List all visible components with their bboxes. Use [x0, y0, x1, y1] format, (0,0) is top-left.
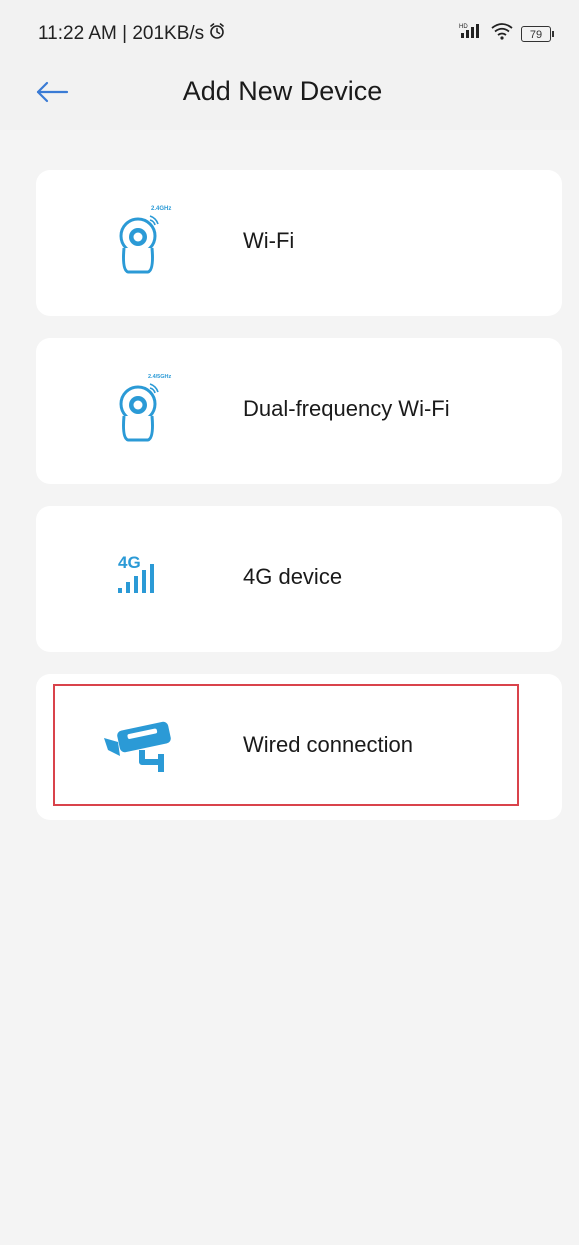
- device-type-list: 2.4GHz Wi-Fi 2.4/5GHz Dual-frequency Wi-…: [0, 130, 579, 1245]
- page-title: Add New Device: [182, 76, 383, 106]
- wifi-icon: [491, 22, 513, 45]
- option-label: 4G device: [243, 564, 343, 589]
- header: Add New Device: [0, 62, 579, 130]
- bullet-camera-icon: [98, 704, 188, 790]
- option-label: Wi-Fi: [243, 228, 295, 253]
- option-label: Dual-frequency Wi-Fi: [243, 396, 450, 421]
- band-label: 2.4/5GHz: [148, 374, 171, 380]
- option-4g-device[interactable]: 4G 4G device: [36, 506, 562, 652]
- alarm-icon: [208, 22, 226, 46]
- option-dual-frequency-wifi[interactable]: 2.4/5GHz Dual-frequency Wi-Fi: [36, 338, 562, 484]
- option-wifi[interactable]: 2.4GHz Wi-Fi: [36, 170, 562, 316]
- battery-icon: 79: [521, 25, 554, 42]
- dual-wifi-camera-icon: 2.4/5GHz: [98, 368, 188, 454]
- status-time: 11:22 AM | 201KB/s: [38, 23, 205, 44]
- status-bar: 11:22 AM | 201KB/s HD 79: [0, 0, 579, 62]
- status-left: 11:22 AM | 201KB/s: [38, 22, 226, 46]
- option-label: Wired connection: [243, 732, 413, 757]
- band-label: 2.4GHz: [151, 206, 171, 212]
- 4g-badge: 4G: [118, 553, 141, 572]
- svg-text:HD: HD: [459, 24, 468, 30]
- option-wired-connection[interactable]: Wired connection: [36, 674, 562, 820]
- status-right: HD 79: [459, 22, 554, 45]
- screen: 11:22 AM | 201KB/s HD 79 Add New Device …: [0, 0, 579, 1257]
- 4g-signal-icon: 4G: [98, 536, 188, 622]
- signal-icon: HD: [459, 22, 483, 45]
- bottom-strip: [0, 1245, 579, 1257]
- wifi-camera-icon: 2.4GHz: [98, 200, 188, 286]
